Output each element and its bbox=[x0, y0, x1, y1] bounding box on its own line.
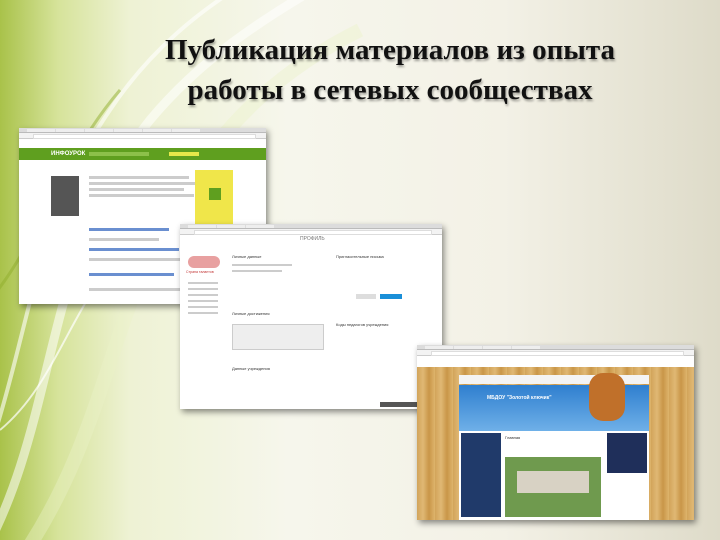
section-codes: Коды педагогов учреждения bbox=[336, 322, 389, 327]
footer-pill bbox=[380, 402, 420, 407]
page-heading: ПРОФИЛЬ bbox=[300, 236, 325, 242]
calendar-widget bbox=[607, 433, 647, 473]
text-line bbox=[89, 288, 184, 291]
text-line bbox=[89, 238, 159, 241]
screenshot-kindergarten-site: МБДОУ "Золотой ключик" Главная bbox=[417, 345, 694, 520]
achievements-table bbox=[232, 324, 324, 350]
text-line bbox=[232, 270, 282, 272]
screenshot-strana-talantov-profile: ПРОФИЛЬ Страна талантов Личные данные Ли… bbox=[180, 224, 442, 409]
text-line bbox=[89, 188, 184, 191]
slide-title: Публикация материалов из опыта работы в … bbox=[100, 30, 680, 110]
section-institution: Данные учреждения bbox=[232, 366, 270, 371]
menu-line bbox=[188, 300, 218, 302]
text-link bbox=[89, 248, 179, 251]
cancel-button bbox=[356, 294, 376, 299]
building-photo-detail bbox=[517, 471, 589, 493]
text-line bbox=[89, 176, 189, 179]
presentation-slide: Публикация материалов из опыта работы в … bbox=[0, 0, 720, 540]
section-achievements: Личные достижения bbox=[232, 311, 270, 316]
menu-line bbox=[188, 306, 218, 308]
browser-address-bar bbox=[417, 350, 694, 356]
site-name: Страна талантов bbox=[186, 270, 214, 274]
avatar bbox=[51, 176, 79, 216]
send-button bbox=[380, 294, 402, 299]
text-line bbox=[89, 194, 194, 197]
header-search bbox=[89, 152, 149, 156]
slide-title-line-2: работы в сетевых сообществах bbox=[187, 74, 593, 106]
browser-address-bar bbox=[180, 229, 442, 235]
slide-title-line-1: Публикация материалов из опыта bbox=[164, 34, 616, 66]
text-line bbox=[89, 182, 199, 185]
menu-line bbox=[188, 294, 218, 296]
menu-line bbox=[188, 282, 218, 284]
section-invites: Пригласительные письма bbox=[336, 254, 384, 259]
golden-key-mascot bbox=[589, 373, 625, 421]
menu-line bbox=[188, 312, 218, 314]
browser-address-bar bbox=[19, 133, 266, 139]
site-logo-image bbox=[188, 256, 220, 268]
site-logo: ИНФОУРОК bbox=[51, 151, 86, 157]
page-heading: Главная bbox=[505, 435, 521, 440]
text-link bbox=[89, 273, 174, 276]
header-button bbox=[169, 152, 199, 156]
menu-line bbox=[188, 288, 218, 290]
text-link bbox=[89, 228, 169, 231]
site-banner-title: МБДОУ "Золотой ключик" bbox=[487, 395, 552, 401]
text-line bbox=[232, 264, 292, 266]
ad-image bbox=[209, 188, 221, 200]
section-personal: Личные данные bbox=[232, 254, 262, 259]
text-line bbox=[89, 258, 189, 261]
left-sidebar bbox=[461, 433, 501, 517]
